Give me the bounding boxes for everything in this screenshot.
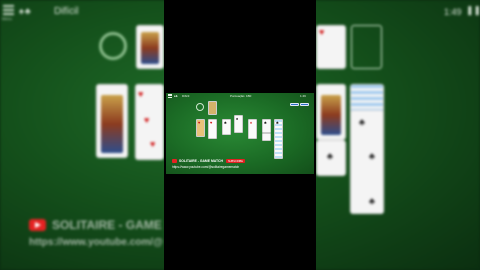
tableau-card: ♣ ♣ ♣	[350, 110, 384, 214]
subscribe-button[interactable]: SUBSCRIBE	[225, 159, 245, 163]
tableau-card: ♣	[316, 140, 346, 176]
stock-recycle-icon	[99, 32, 127, 60]
card-suit-club-icon: ♣	[359, 117, 365, 127]
stock-recycle-icon[interactable]	[196, 103, 204, 111]
menu-label: Menu	[2, 16, 13, 21]
game-board[interactable]: ♠♣ Difícil Pontuação: 1B0 1:49 ♥ ♥ ♣ ♠ ♦…	[166, 93, 314, 174]
timer: 1:49	[444, 7, 462, 17]
tableau-card[interactable]: ♣	[274, 119, 283, 159]
tableau-card[interactable]: ♣	[262, 119, 271, 133]
tableau-card[interactable]: ♦	[248, 119, 257, 139]
watermark-row: SOLITAIRE - GAME MA	[29, 218, 184, 232]
foundation-card: ♥	[316, 25, 346, 69]
tableau-card	[96, 84, 128, 158]
tableau-card[interactable]: ♠	[234, 115, 243, 133]
channel-url: https://www.youtube.com/@	[29, 237, 163, 248]
card-suit-heart-icon: ♥	[138, 89, 144, 99]
pause-icon: ❚❚	[466, 5, 480, 15]
card-suit-heart-icon: ♥	[319, 27, 325, 37]
tableau-card[interactable]: ♥	[196, 119, 205, 137]
menu-icon	[3, 5, 14, 16]
card-back	[300, 103, 309, 106]
score-label: Pontuação: 1B0	[230, 94, 252, 98]
youtube-banner: SOLITAIRE - GAME MATCH SUBSCRIBE	[172, 159, 245, 163]
tableau-card[interactable]	[262, 133, 271, 141]
waste-card[interactable]	[208, 101, 217, 115]
card-suit-club-icon: ♣	[369, 196, 375, 206]
game-top-bar: ♠♣ Difícil Pontuação: 1B0 1:49	[166, 93, 314, 101]
suits-icon: ♠♣	[174, 93, 178, 98]
tableau-card: ♥ ♥ ♥	[135, 84, 164, 160]
card-suit-club-icon: ♣	[327, 151, 333, 161]
card-suit-club-icon: ♣	[369, 151, 375, 161]
youtube-icon	[29, 219, 46, 231]
difficulty-label: Difícil	[54, 6, 79, 17]
card-back	[290, 103, 299, 106]
channel-name: SOLITAIRE - GAME MATCH	[179, 159, 223, 163]
card-suit-heart-icon: ♥	[150, 139, 156, 149]
menu-icon[interactable]	[168, 94, 172, 98]
tableau-card[interactable]: ♥	[208, 119, 217, 139]
card-suit-heart-icon: ♥	[144, 115, 150, 125]
tableau-card[interactable]: ♣	[222, 119, 231, 135]
stock-card	[136, 25, 164, 69]
youtube-icon	[172, 159, 177, 163]
tableau-card	[316, 84, 346, 140]
timer: 1:49	[300, 94, 306, 98]
suits-icon: ♠♣	[19, 6, 32, 16]
foundation-empty-slot	[351, 25, 382, 69]
channel-url[interactable]: https://www.youtube.com/@solitairegamema…	[172, 165, 239, 169]
difficulty-label: Difícil	[182, 94, 190, 98]
